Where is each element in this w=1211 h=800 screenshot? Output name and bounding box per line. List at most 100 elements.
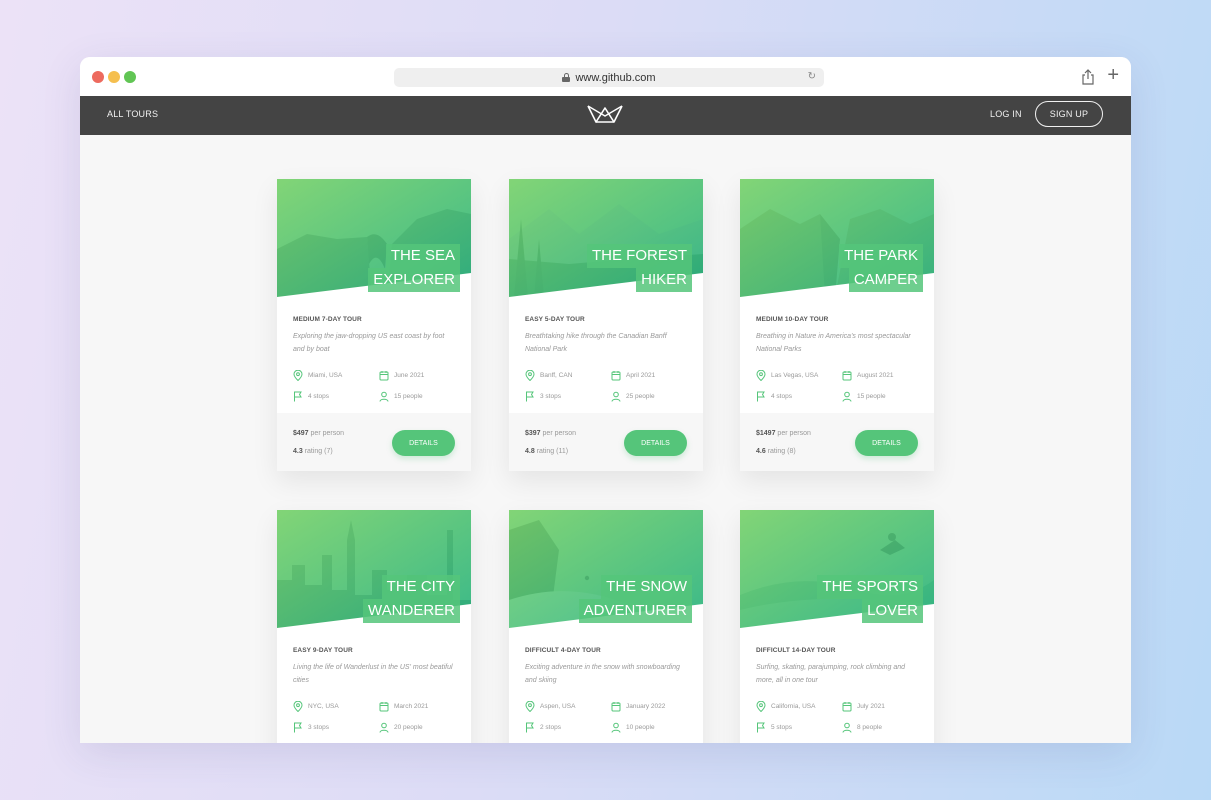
map-pin-icon — [525, 369, 535, 381]
card-subtitle: DIFFICULT 14-DAY TOUR — [756, 647, 836, 654]
detail-location: NYC, USA — [293, 700, 379, 712]
detail-location-text: Miami, USA — [308, 371, 343, 379]
detail-location-text: California, USA — [771, 702, 816, 710]
detail-location-text: Las Vegas, USA — [771, 371, 819, 379]
detail-location: California, USA — [756, 700, 842, 712]
card-summary: Living the life of Wanderlust in the US'… — [293, 664, 453, 684]
nav-signup-button[interactable]: SIGN UP — [1035, 101, 1103, 127]
detail-date-text: June 2021 — [394, 371, 425, 379]
card-summary: Breathtaking hike through the Canadian B… — [525, 333, 667, 353]
user-icon — [611, 391, 621, 402]
card-title: THE SPORTS LOVER — [817, 575, 923, 623]
detail-stops: 3 stops — [525, 390, 611, 402]
nav-all-tours-link[interactable]: ALL TOURS — [107, 109, 158, 119]
card-title-line1: THE CITY — [381, 575, 460, 599]
detail-stops: 5 stops — [756, 721, 842, 733]
card-body: EASY 9-DAY TOUR Living the life of Wande… — [277, 628, 471, 743]
new-tab-icon[interactable]: + — [1107, 65, 1119, 85]
map-pin-icon — [293, 369, 303, 381]
user-icon — [379, 722, 389, 733]
detail-stops: 4 stops — [756, 390, 842, 402]
card-title-line2: LOVER — [862, 599, 923, 623]
detail-people-text: 10 people — [626, 723, 655, 731]
detail-people-text: 25 people — [626, 392, 655, 400]
calendar-icon — [842, 370, 852, 380]
tour-cards-grid: THE SEA EXPLORER MEDIUM 7-DAY TOUR Explo… — [80, 135, 1131, 743]
logo-icon[interactable] — [586, 102, 624, 124]
minimize-window-button[interactable] — [108, 71, 120, 83]
detail-date: March 2021 — [379, 700, 459, 712]
detail-location: Las Vegas, USA — [756, 369, 842, 381]
detail-location: Miami, USA — [293, 369, 379, 381]
detail-date: July 2021 — [842, 700, 922, 712]
card-rating-label: rating (8) — [767, 448, 796, 455]
card-rating-label: rating (7) — [304, 448, 333, 455]
detail-date-text: March 2021 — [394, 702, 429, 710]
detail-people: 15 people — [842, 390, 922, 402]
detail-date-text: January 2022 — [626, 702, 666, 710]
detail-people: 15 people — [379, 390, 459, 402]
detail-stops-text: 4 stops — [308, 392, 329, 400]
detail-date: June 2021 — [379, 369, 459, 381]
card-header: THE SEA EXPLORER — [277, 179, 471, 297]
card-details: Aspen, USA January 2022 2 stops 10 peopl… — [525, 700, 687, 733]
flag-icon — [294, 391, 302, 401]
card-summary: Exploring the jaw-dropping US east coast… — [293, 333, 445, 353]
detail-location: Aspen, USA — [525, 700, 611, 712]
card-rating-value: 4.3 — [293, 448, 303, 455]
detail-stops-text: 4 stops — [771, 392, 792, 400]
card-footer: $497 per person 4.3 rating (7) DETAILS — [277, 413, 471, 471]
card-details: Banff, CAN April 2021 3 stops 25 people — [525, 369, 687, 402]
nav-login-link[interactable]: LOG IN — [990, 109, 1022, 119]
card-body: MEDIUM 10-DAY TOUR Breathing in Nature i… — [740, 297, 934, 413]
card-rating-label: rating (11) — [536, 448, 569, 455]
tour-card: THE SEA EXPLORER MEDIUM 7-DAY TOUR Explo… — [277, 179, 471, 471]
reload-icon[interactable]: ↻ — [808, 71, 816, 82]
close-window-button[interactable] — [92, 71, 104, 83]
card-rating-value: 4.6 — [756, 448, 766, 455]
detail-date-text: April 2021 — [626, 371, 656, 379]
detail-stops: 4 stops — [293, 390, 379, 402]
detail-people: 20 people — [379, 721, 459, 733]
card-price-value: $397 — [525, 430, 541, 437]
detail-stops-text: 3 stops — [308, 723, 329, 731]
detail-people-text: 20 people — [394, 723, 423, 731]
card-rating-value: 4.8 — [525, 448, 535, 455]
card-header: THE CITY WANDERER — [277, 510, 471, 628]
detail-location: Banff, CAN — [525, 369, 611, 381]
user-icon — [842, 391, 852, 402]
address-bar[interactable]: www.github.com ↻ — [394, 68, 824, 87]
card-body: DIFFICULT 4-DAY TOUR Exciting adventure … — [509, 628, 703, 743]
card-body: MEDIUM 7-DAY TOUR Exploring the jaw-drop… — [277, 297, 471, 413]
details-button[interactable]: DETAILS — [855, 430, 918, 456]
card-header: THE PARK CAMPER — [740, 179, 934, 297]
tour-card: THE PARK CAMPER MEDIUM 10-DAY TOUR Breat… — [740, 179, 934, 471]
card-subtitle: DIFFICULT 4-DAY TOUR — [525, 647, 601, 654]
calendar-icon — [379, 701, 389, 711]
card-details: Las Vegas, USA August 2021 4 stops 15 pe… — [756, 369, 918, 402]
lock-icon — [562, 73, 571, 82]
map-pin-icon — [293, 700, 303, 712]
user-icon — [842, 722, 852, 733]
browser-window: www.github.com ↻ + ALL TOURS LOG IN SIGN… — [80, 57, 1131, 743]
card-title-line1: THE SNOW — [601, 575, 692, 599]
flag-icon — [526, 391, 534, 401]
details-button[interactable]: DETAILS — [392, 430, 455, 456]
card-price-value: $497 — [293, 430, 309, 437]
detail-stops: 3 stops — [293, 721, 379, 733]
card-price-label: per person — [777, 430, 811, 437]
detail-date: January 2022 — [611, 700, 691, 712]
maximize-window-button[interactable] — [124, 71, 136, 83]
calendar-icon — [611, 701, 621, 711]
detail-stops-text: 3 stops — [540, 392, 561, 400]
details-button[interactable]: DETAILS — [624, 430, 687, 456]
card-header: THE SNOW ADVENTURER — [509, 510, 703, 628]
detail-people: 10 people — [611, 721, 691, 733]
calendar-icon — [842, 701, 852, 711]
detail-people-text: 15 people — [857, 392, 886, 400]
calendar-icon — [611, 370, 621, 380]
share-icon[interactable] — [1081, 69, 1095, 85]
detail-date: April 2021 — [611, 369, 691, 381]
detail-stops: 2 stops — [525, 721, 611, 733]
card-title: THE FOREST HIKER — [586, 244, 692, 292]
